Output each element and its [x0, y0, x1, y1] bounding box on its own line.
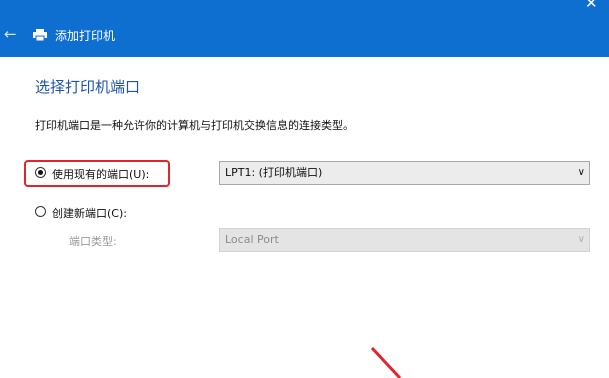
chevron-down-icon: ∨ [577, 167, 585, 178]
new-port-radio[interactable] [35, 206, 46, 217]
port-type-label: 端口类型: [69, 235, 117, 248]
chevron-down-icon: ∨ [577, 234, 585, 245]
existing-port-select[interactable]: LPT1: (打印机端口) ∨ [219, 161, 590, 185]
port-type-select: Local Port ∨ [219, 228, 590, 252]
title-bar: ← 添加打印机 ✕ [0, 0, 609, 57]
annotation-arrow [370, 346, 402, 378]
port-type-value: Local Port [225, 233, 279, 246]
existing-port-label[interactable]: 使用现有的端口(U): [52, 166, 149, 182]
printer-icon [33, 29, 47, 41]
page-heading: 选择打印机端口 [35, 78, 141, 96]
window-title: 添加打印机 [55, 29, 116, 43]
page-description: 打印机端口是一种允许你的计算机与打印机交换信息的连接类型。 [35, 119, 354, 132]
new-port-label[interactable]: 创建新端口(C): [52, 205, 127, 221]
existing-port-value: LPT1: (打印机端口) [225, 166, 323, 179]
close-icon[interactable]: ✕ [585, 0, 598, 12]
existing-port-radio[interactable] [35, 167, 46, 178]
back-arrow-icon[interactable]: ← [4, 26, 20, 42]
